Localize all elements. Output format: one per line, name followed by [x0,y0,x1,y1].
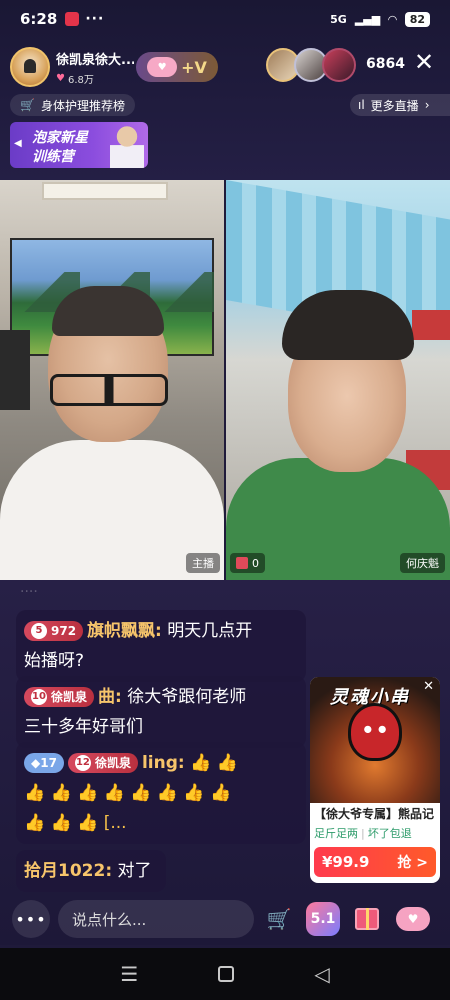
user-level-badge: ◆ 17 [24,753,64,773]
viewer-count[interactable]: 6864 [366,56,405,72]
network-label: 5G [330,12,347,26]
diamond-icon: ◆ [31,756,41,770]
plus-v-label: +V [181,57,207,77]
close-icon[interactable]: ✕ [423,679,434,694]
app-notification-icon [65,12,80,26]
more-live-button[interactable]: ıl 更多直播 › [350,94,450,116]
chat-message[interactable]: 5 972 旗帜飘飘: 明天几点开 始播呀? [16,610,306,682]
gift-box-icon [355,908,379,930]
glasses [50,374,168,406]
chat-text: 明天几点开 [161,621,253,641]
join-fan-club-button[interactable]: ♥ +V [136,52,218,82]
level-icon: 5 [31,623,47,639]
like-button[interactable]: ♥ [396,902,430,936]
chair [0,330,30,410]
user-level: 17 [40,756,57,770]
product-tag: 足斤足两 [314,827,358,840]
chat-username: 曲: [98,687,122,707]
gift-icon [236,557,248,569]
grab-label: 抢 > [397,855,428,871]
viewer-avatar[interactable] [322,48,356,82]
host-avatar[interactable] [10,47,50,87]
fan-badge-name: 徐凯泉 [94,756,131,770]
more-live-label: 更多直播 [370,98,419,113]
guest-name-tag[interactable]: 何庆魁 [400,553,445,573]
menu-icon[interactable]: ☰ [120,962,138,986]
back-icon[interactable]: ◁ [314,962,329,986]
status-time: 6:28 [20,10,58,28]
level-icon: 10 [31,689,47,705]
faded-message: ···· [20,584,38,598]
product-price: ¥99.9 [322,853,370,871]
gift-count: 0 [252,556,259,570]
mask-icon [348,703,402,761]
host-tag: 主播 [186,553,220,573]
chat-text: 徐大爷跟何老师 [121,687,247,707]
thumbs-up-icon: 👍 👍 👍 👍 👍 👍 👍 👍 [24,783,232,803]
product-card[interactable]: 灵魂小串 ✕ 【徐大爷专属】熊品记 足斤足两 | 坏了包退 ¥99.9 抢 > [310,677,440,883]
shopping-cart-icon[interactable]: 🛒 [262,902,296,936]
chat-message[interactable]: 10 徐凯泉 曲: 徐大爷跟何老师 三十多年好哥们 [16,676,306,748]
thumbs-up-icon: 👍 👍 👍 [... [24,813,127,833]
fan-badge: 12 徐凯泉 [67,753,138,773]
wifi-icon: ◠ [388,12,397,26]
signal-icon: ▂▄▆ [354,12,381,26]
status-bar: 6:28 ··· 5G ▂▄▆ ◠ 82 [0,0,450,38]
comment-input[interactable]: 说点什么... [58,900,254,938]
bottom-action-bar: ••• 说点什么... 🛒 5.1 ♥ [0,896,450,944]
chevron-right-icon: › [424,98,430,112]
chevron-left-icon: ◀ [14,138,22,149]
chat-message[interactable]: 拾月1022: 对了 [16,850,166,892]
battery-indicator: 82 [404,11,430,27]
top-viewers[interactable] [266,48,356,82]
rank-label: 身体护理推荐榜 [40,98,125,113]
fan-badge-name: 徐凯泉 [51,690,88,704]
host-likes-count: 6.8万 [67,74,94,86]
product-name: 【徐大爷专属】熊品记 [314,807,435,821]
more-notifications-icon: ··· [85,11,105,27]
cart-rank-icon: 🛒 [20,98,35,112]
banner-line2: 训练营 [32,149,74,165]
fan-badge-level: 972 [51,624,77,638]
fan-badge: 10 徐凯泉 [24,687,95,707]
host-name: 徐凯泉徐大... [56,52,134,68]
heart-icon: ♥ [56,72,65,84]
promo-51-icon[interactable]: 5.1 [306,902,340,936]
system-nav-bar: ☰ ◁ [0,948,450,1000]
rank-list-button[interactable]: 🛒 身体护理推荐榜 [10,94,135,116]
host-info[interactable]: 徐凯泉徐大... ♥ 6.8万 [10,46,134,88]
product-tags: 足斤足两 | 坏了包退 [314,827,412,840]
gift-button[interactable] [350,902,384,936]
home-icon[interactable] [218,966,235,982]
banner-line1: 泡家新星 [32,130,88,146]
host-text: 徐凯泉徐大... ♥ 6.8万 [56,49,134,86]
red-banner [412,310,450,340]
ceiling-light [42,182,168,200]
buy-button[interactable]: ¥99.9 抢 > [314,847,436,877]
status-indicators: 5G ▂▄▆ ◠ 82 [330,11,430,27]
close-icon[interactable]: ✕ [414,50,434,74]
fan-badge: 5 972 [24,621,84,641]
training-camp-banner[interactable]: ◀ 泡家新星 训练营 [10,122,148,168]
chat-text-cont: 三十多年好哥们 [24,717,143,737]
more-options-button[interactable]: ••• [12,900,50,938]
gift-count-tag[interactable]: 0 [230,553,265,573]
host-likes: ♥ 6.8万 [56,71,134,86]
cloud-heart-icon: ♥ [147,57,178,77]
level-icon: 12 [74,755,91,771]
thumbs-up-icon: 👍 👍 [184,753,238,773]
banner-person-image [110,126,144,168]
bars-icon: ıl [358,98,365,112]
cloud-heart-icon: ♥ [396,907,430,931]
chat-username: 拾月1022: [24,861,113,881]
chat-message[interactable]: ◆ 17 12 徐凯泉 ling: 👍 👍 👍 👍 👍 👍 👍 👍 👍 👍 👍 … [16,742,306,844]
chat-text: 对了 [112,861,152,881]
product-tag: 坏了包退 [367,827,412,840]
chat-text-cont: 始播呀? [24,651,85,671]
chat-username: 旗帜飘飘: [87,621,162,641]
chat-username: ling: [141,753,185,773]
